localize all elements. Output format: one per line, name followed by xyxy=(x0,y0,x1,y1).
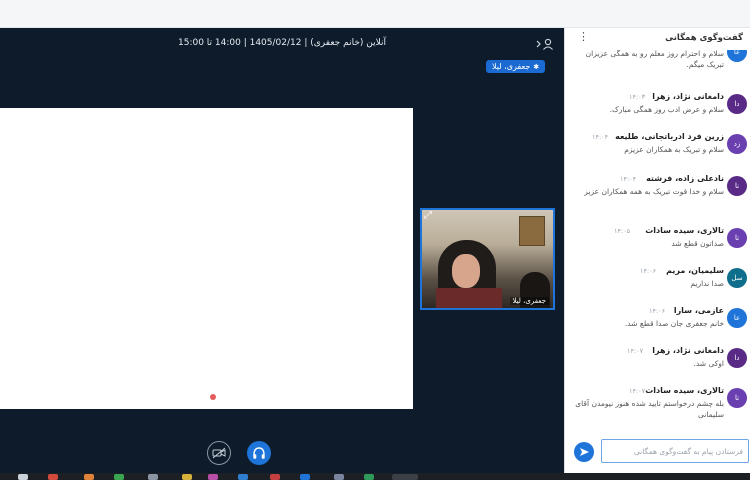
expand-icon[interactable]: ⤢ xyxy=(424,211,432,221)
send-button[interactable] xyxy=(574,442,594,462)
chat-message-list[interactable]: عا سلام و احترام روز معلم رو به همگی عزیز… xyxy=(565,50,750,428)
message-text: سلام و احترام روز معلم رو به همگی عزیزان… xyxy=(585,50,724,69)
message-author: زرین فرد ادرباتجانی، طلیعه xyxy=(615,132,724,141)
taskbar-app-icon[interactable] xyxy=(270,474,280,480)
message-timestamp: ۱۴:۰۷ xyxy=(629,387,646,395)
webcam-shelf xyxy=(519,216,545,246)
send-icon xyxy=(579,448,589,456)
chat-message: تا تالاری، سیده سادات ۱۴:۰۷ بله چشم درخواست… xyxy=(565,384,750,424)
presenter-webcam[interactable]: ⤢ جعفری، لیلا xyxy=(420,208,555,310)
chat-message: زد زرین فرد ادرباتجانی، طلیعه ۱۴:۰۴ سلام و … xyxy=(565,130,750,170)
message-text: اوکی شد. xyxy=(693,359,724,368)
taskbar-app-icon[interactable] xyxy=(114,474,124,480)
avatar: عا xyxy=(727,50,747,62)
chat-message-input[interactable] xyxy=(601,439,749,463)
message-text: سلام و عرض ادب روز همگی مبارک. xyxy=(609,105,724,114)
chat-message: سل سلیمیان، مریم ۱۴:۰۶ صدا نداریم xyxy=(565,264,750,304)
taskbar-app-icon[interactable] xyxy=(208,474,218,480)
taskbar-app-icon[interactable] xyxy=(148,474,158,480)
participants-icon[interactable] xyxy=(535,37,555,51)
chat-composer xyxy=(565,436,750,466)
message-author: سلیمیان، مریم xyxy=(666,266,724,275)
taskbar-app-icon[interactable] xyxy=(48,474,58,480)
message-text: خانم جعفری جان صدا قطع شد. xyxy=(624,319,724,328)
message-timestamp: ۱۴:۰۶ xyxy=(640,267,657,275)
webcam-scarf xyxy=(436,288,502,308)
avatar: دا xyxy=(727,348,747,368)
message-text: بله چشم درخواستم تایید شده هنوز نیومدن آ… xyxy=(575,399,724,419)
avatar: دا xyxy=(727,94,747,114)
audio-button[interactable] xyxy=(247,441,271,465)
taskbar-app-icon[interactable] xyxy=(238,474,248,480)
avatar: زد xyxy=(727,134,747,154)
recording-indicator xyxy=(210,394,216,400)
chat-title: گفت‌وگوی همگانی xyxy=(665,33,743,43)
message-text: سلام و تبریک به همکاران عزیزم xyxy=(624,145,724,154)
taskbar-app-icon[interactable] xyxy=(364,474,374,480)
presentation-whiteboard[interactable] xyxy=(0,108,413,409)
message-author: دامغانی نژاد، زهرا xyxy=(652,92,724,101)
taskbar-app-icon[interactable] xyxy=(300,474,310,480)
message-text: سلام و خدا قوت تبریک به همه همکاران عزیز xyxy=(584,187,724,196)
camera-off-icon xyxy=(212,447,226,459)
conference-stage: آنلاین (خانم جعفری) | 1405/02/12 | 14:00… xyxy=(0,28,564,473)
browser-top-strip xyxy=(0,0,750,28)
public-chat-panel: ⋮ گفت‌وگوی همگانی عا سلام و احترام روز مع… xyxy=(564,28,750,473)
taskbar-app-icon[interactable] xyxy=(334,474,344,480)
headphones-icon xyxy=(253,446,265,459)
presenter-star-icon: ✱ xyxy=(533,63,540,71)
avatar: تا xyxy=(727,388,747,408)
chat-message: دا دامغانی نژاد، زهرا ۱۴:۰۷ اوکی شد. xyxy=(565,344,750,384)
message-author: عازمی، سارا xyxy=(673,306,724,315)
message-timestamp: ۱۴:۰۶ xyxy=(649,307,666,315)
message-author: دامغانی نژاد، زهرا xyxy=(652,346,724,355)
camera-toggle-button[interactable] xyxy=(207,441,231,465)
taskbar-app-icon[interactable] xyxy=(84,474,94,480)
chat-header: ⋮ گفت‌وگوی همگانی xyxy=(565,28,750,50)
chat-message: دا دامغانی نژاد، زهرا ۱۴:۰۳ سلام و عرض ادب … xyxy=(565,90,750,130)
chat-message: نا نادعلی زاده، فرشته ۱۴:۰۴ سلام و خدا قوت … xyxy=(565,172,750,212)
avatar: نا xyxy=(727,176,747,196)
os-taskbar xyxy=(0,473,750,480)
taskbar-app-icon[interactable] xyxy=(182,474,192,480)
message-timestamp: ۱۴:۰۴ xyxy=(620,175,637,183)
message-author: نادعلی زاده، فرشته xyxy=(646,174,724,183)
message-timestamp: ۱۴:۰۴ xyxy=(592,133,609,141)
chat-message: عا سلام و احترام روز معلم رو به همگی عزیز… xyxy=(565,50,750,74)
presenter-badge: جعفری، لیلا ✱ xyxy=(486,60,546,73)
message-timestamp: ۱۴:۰۳ xyxy=(629,93,646,101)
avatar: سل xyxy=(727,268,747,288)
more-options-icon[interactable]: ⋮ xyxy=(578,31,589,43)
message-timestamp: ۱۴:۰۷ xyxy=(627,347,644,355)
avatar: عا xyxy=(727,308,747,328)
message-text: صداتون قطع شد xyxy=(671,239,724,248)
taskbar-active-app[interactable] xyxy=(392,474,418,480)
message-text: صدا نداریم xyxy=(690,279,724,288)
webcam-name-label: جعفری، لیلا xyxy=(509,297,549,305)
message-author: تالاری، سیده سادات xyxy=(645,386,724,395)
message-timestamp: ۱۴:۰۵ xyxy=(614,227,631,235)
chat-message: عا عازمی، سارا ۱۴:۰۶ خانم جعفری جان صدا قطع… xyxy=(565,304,750,344)
message-author: تالاری، سیده سادات xyxy=(645,226,724,235)
avatar: تا xyxy=(727,228,747,248)
session-title: آنلاین (خانم جعفری) | 1405/02/12 | 14:00… xyxy=(178,38,386,48)
taskbar-app-icon[interactable] xyxy=(18,474,28,480)
chat-message: تا تالاری، سیده سادات ۱۴:۰۵ صداتون قطع شد xyxy=(565,224,750,264)
presenter-name: جعفری، لیلا xyxy=(492,62,531,71)
webcam-face xyxy=(452,254,480,288)
